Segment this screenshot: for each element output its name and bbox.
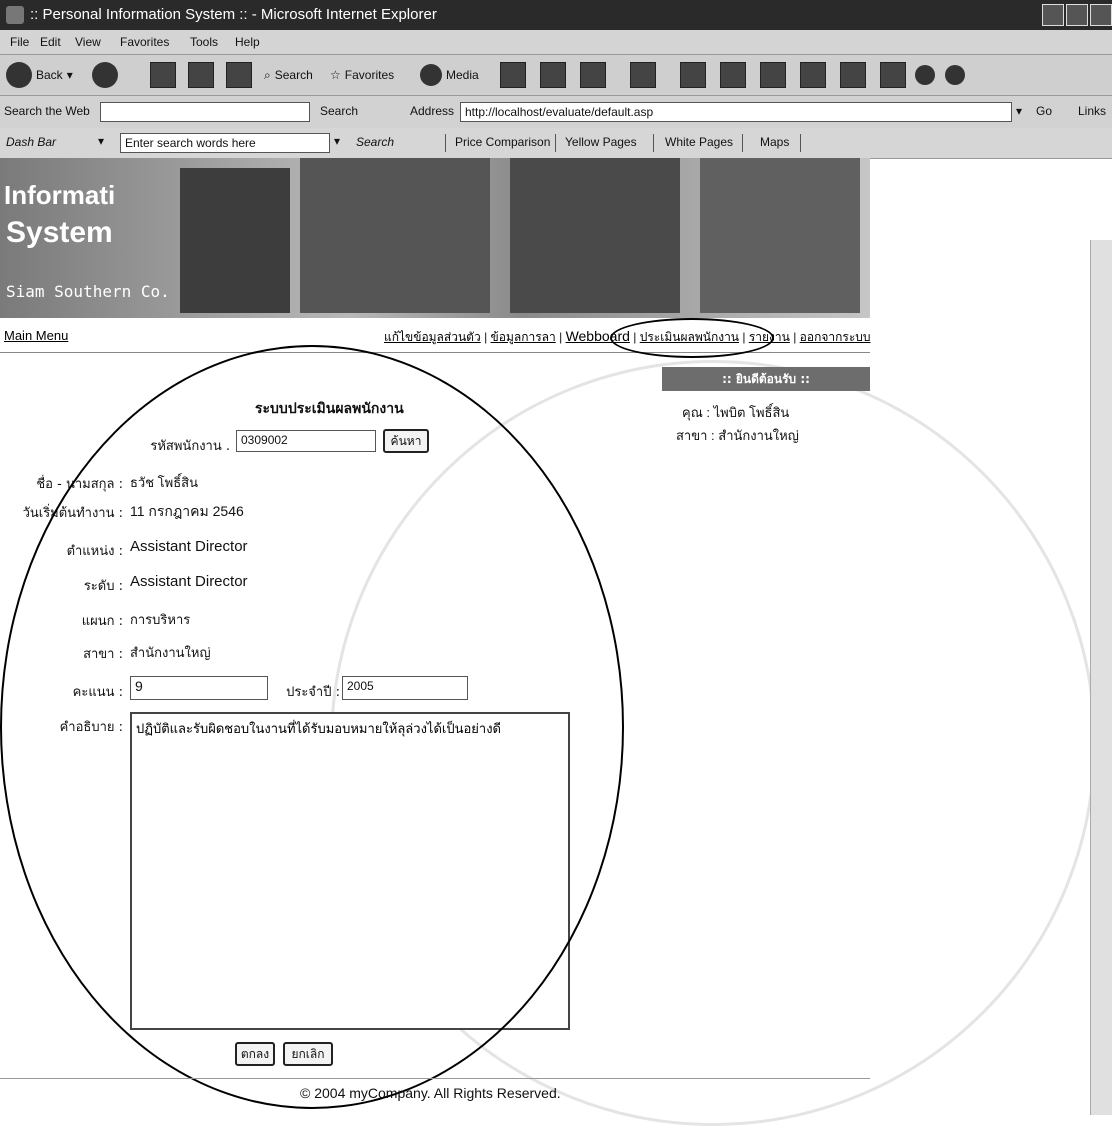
banner-text-3: Siam Southern Co. [6,282,170,301]
banner-photo-1 [180,168,290,313]
tool-icon-4[interactable] [945,65,965,85]
go-button[interactable]: Go [1036,104,1052,118]
mail-icon[interactable] [540,62,566,88]
stop-icon[interactable] [150,62,176,88]
vertical-scrollbar[interactable] [1090,240,1112,1115]
dash-bar: Dash Bar ▾ Enter search words here ▾ Sea… [0,128,1112,159]
back-button[interactable]: Back ▾ [6,61,73,89]
minimize-button[interactable] [1042,4,1064,26]
menu-tools[interactable]: Tools [190,35,218,49]
research-icon[interactable] [760,62,786,88]
site-banner: Informati System Siam Southern Co. [0,158,870,318]
address-label: Address [410,104,455,118]
discuss-icon[interactable] [680,62,706,88]
address-bar: Search the Web Search Address http://loc… [0,96,1112,129]
highlight-ellipse [610,318,774,358]
menu-view[interactable]: View [75,35,101,49]
page-footer: © 2004 myCompany. All Rights Reserved. [0,1078,870,1109]
forward-arrow-icon[interactable] [92,62,118,88]
annotation-circle [0,345,624,1109]
favorites-button[interactable]: ☆ Favorites [330,61,394,89]
banner-photo-3 [700,158,860,313]
dashbar-item-yellow[interactable]: Yellow Pages [565,135,637,149]
media-button[interactable]: Media [420,61,479,89]
nav-leave-link[interactable]: ข้อมูลการลา [491,330,556,344]
menu-help[interactable]: Help [235,35,260,49]
dashbar-item-maps[interactable]: Maps [760,135,789,149]
links-label[interactable]: Links [1078,104,1106,118]
nav-edit-profile-link[interactable]: แก้ไขข้อมูลส่วนตัว [384,330,481,344]
maximize-button[interactable] [1066,4,1088,26]
title-bar: :: Personal Information System :: - Micr… [0,0,1112,30]
dashbar-brand: Dash Bar [6,135,57,149]
banner-text-1: Informati [4,180,116,210]
star-icon: ☆ [330,68,341,82]
banner-photo-keyboard [300,158,490,313]
dashbar-item-price[interactable]: Price Comparison [455,135,550,149]
edit-icon[interactable] [630,62,656,88]
messenger-icon[interactable] [720,62,746,88]
dashbar-item-white[interactable]: White Pages [665,135,733,149]
welcome-branch: สาขา : สำนักงานใหญ่ [676,428,799,443]
dashbar-menu-icon[interactable]: ▾ [98,134,104,148]
refresh-icon[interactable] [188,62,214,88]
nav-logout-link[interactable]: ออกจากระบบ [800,330,871,344]
menu-edit[interactable]: Edit [40,35,61,49]
ie-icon [6,6,24,24]
back-arrow-icon [6,62,32,88]
main-nav: Main Menu แก้ไขข้อมูลส่วนตัว | ข้อมูลการ… [0,318,871,358]
toolbar: Back ▾ ⌕ Search ☆ Favorites Media [0,55,1112,96]
menu-bar: File Edit View Favorites Tools Help [0,30,1112,55]
search-web-input[interactable] [100,102,310,122]
address-input[interactable]: http://localhost/evaluate/default.asp [460,102,1012,122]
web-search-button[interactable]: Search [320,104,358,118]
banner-photo-2 [510,158,680,313]
banner-text-2: System [6,216,113,249]
menu-favorites[interactable]: Favorites [120,35,169,49]
print-icon[interactable] [580,62,606,88]
welcome-name: คุณ : ไพบิต โพธิ์สิน [682,405,790,420]
address-dropdown-icon[interactable]: ▾ [1016,104,1022,118]
tool-icon-2[interactable] [880,62,906,88]
search-button[interactable]: ⌕ Search [264,61,313,89]
history-icon[interactable] [500,62,526,88]
main-menu-link[interactable]: Main Menu [4,328,68,343]
magnifier-icon: ⌕ [264,67,271,82]
close-button[interactable] [1090,4,1112,26]
window-title: :: Personal Information System :: - Micr… [30,6,437,23]
dashbar-search-button[interactable]: Search [356,135,394,149]
dashbar-search-input[interactable]: Enter search words here [120,133,330,153]
translate-icon[interactable] [800,62,826,88]
welcome-header: :: ยินดีต้อนรับ :: [662,367,870,391]
media-icon [420,64,442,86]
search-web-label: Search the Web [4,104,90,118]
menu-file[interactable]: File [10,35,29,49]
dashbar-dropdown-icon[interactable]: ▾ [334,134,340,148]
tool-icon-3[interactable] [915,65,935,85]
copyright-text: © 2004 myCompany. All Rights Reserved. [300,1085,561,1101]
tool-icon-1[interactable] [840,62,866,88]
home-icon[interactable] [226,62,252,88]
